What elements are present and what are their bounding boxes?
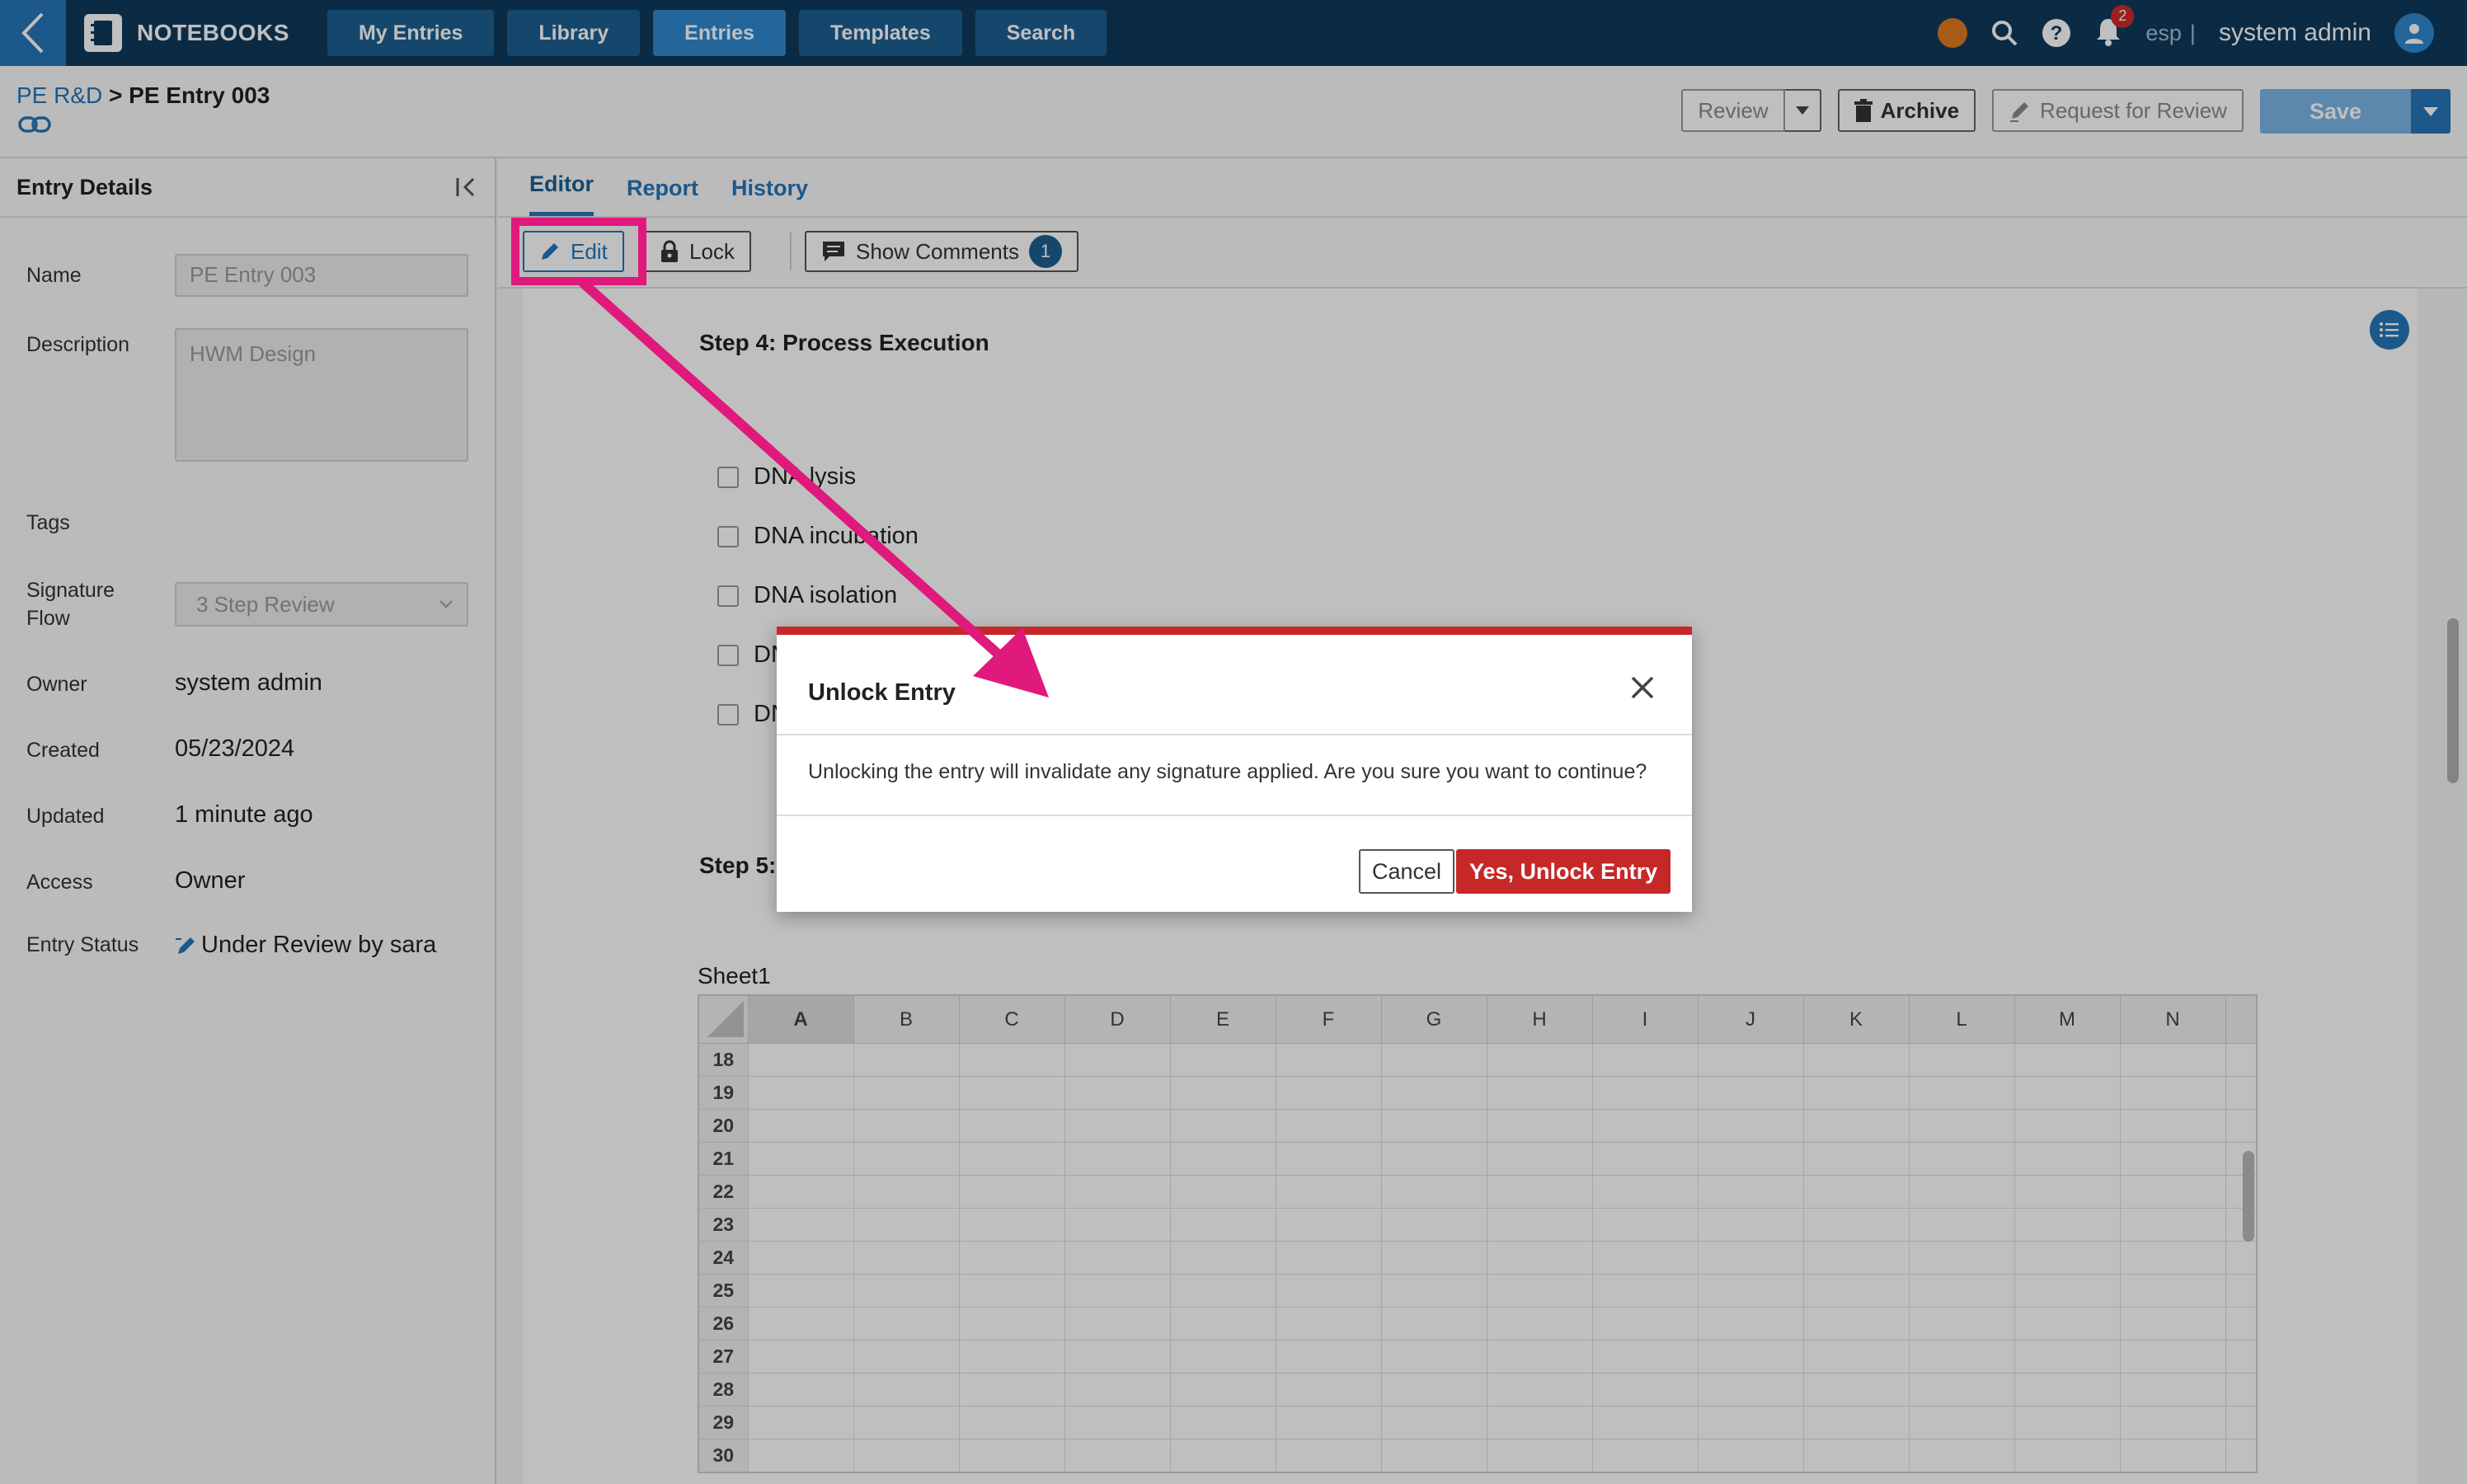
dialog-title: Unlock Entry	[808, 679, 956, 706]
close-icon	[1631, 676, 1654, 699]
unlock-entry-dialog: Unlock Entry Unlocking the entry will in…	[777, 627, 1692, 912]
cancel-button[interactable]: Cancel	[1359, 849, 1455, 894]
close-button[interactable]	[1626, 671, 1659, 704]
dialog-divider	[777, 734, 1692, 735]
annotation-highlight-box	[511, 218, 646, 285]
dialog-message: Unlocking the entry will invalidate any …	[808, 760, 1647, 783]
confirm-unlock-button[interactable]: Yes, Unlock Entry	[1456, 849, 1671, 894]
dialog-divider	[777, 815, 1692, 816]
